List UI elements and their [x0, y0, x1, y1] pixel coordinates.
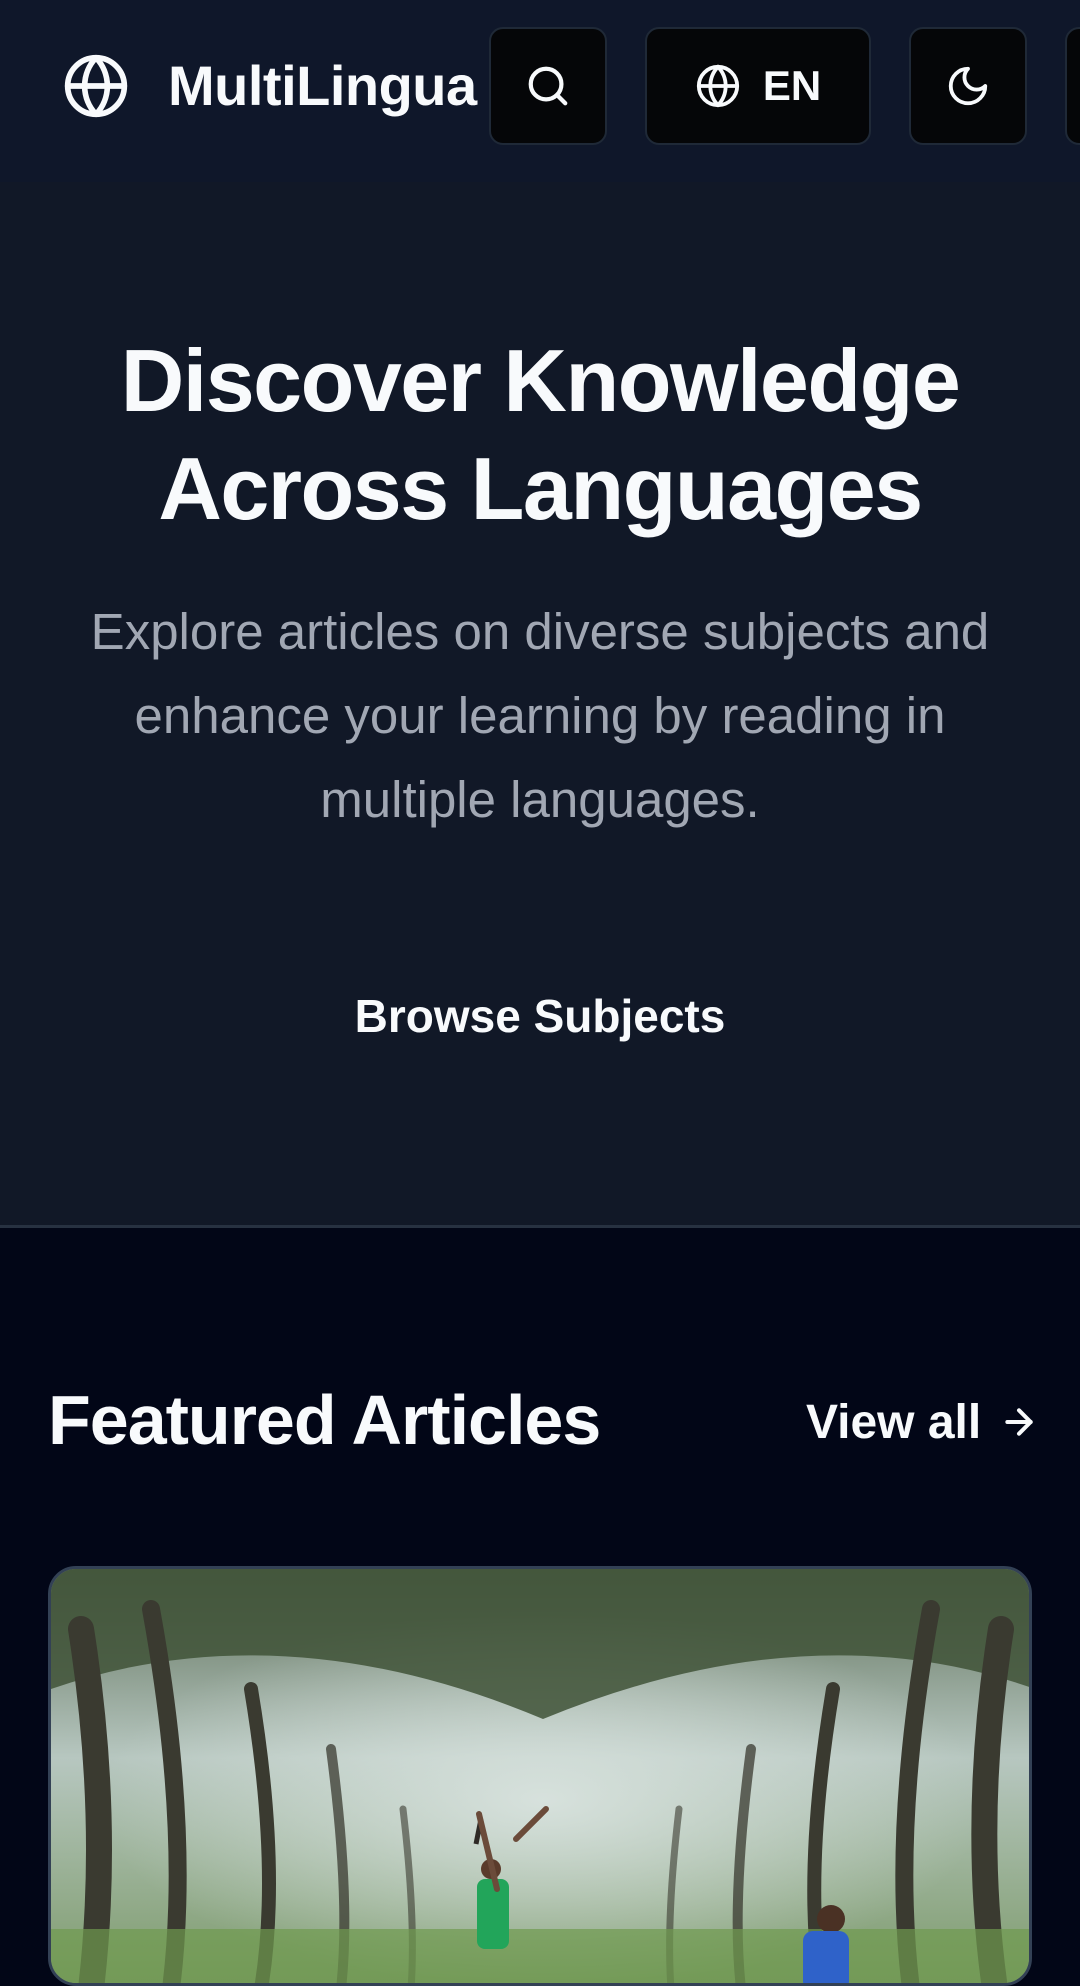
hero-title: Discover Knowledge Across Languages [0, 327, 1080, 543]
language-selector-button[interactable]: EN [645, 27, 871, 145]
article-cover-image [51, 1569, 1029, 1983]
hero-section: Discover Knowledge Across Languages Expl… [0, 182, 1080, 1228]
hero-subtitle: Explore articles on diverse subjects and… [90, 603, 990, 828]
globe-icon [696, 64, 739, 108]
menu-button[interactable] [1065, 27, 1080, 145]
arrow-right-icon [1005, 1408, 1033, 1436]
language-code: EN [762, 62, 822, 109]
view-all-link[interactable]: View all [806, 1390, 1039, 1454]
featured-articles-heading: Featured Articles [48, 1381, 601, 1459]
search-button[interactable] [489, 27, 607, 145]
theme-toggle-button[interactable] [909, 27, 1027, 145]
search-icon [528, 66, 568, 106]
view-all-label: View all [806, 1395, 982, 1449]
hero-title-line-1: Discover Knowledge [120, 331, 961, 430]
moon-icon [948, 66, 988, 106]
featured-article-card[interactable] [48, 1566, 1032, 1986]
brand-name[interactable]: MultiLingua [168, 52, 477, 120]
site-header: MultiLingua EN [0, 0, 1080, 182]
hero-title-line-2: Across Languages [158, 439, 923, 538]
browse-subjects-button[interactable]: Browse Subjects [330, 962, 750, 1070]
globe-icon[interactable] [62, 52, 130, 120]
